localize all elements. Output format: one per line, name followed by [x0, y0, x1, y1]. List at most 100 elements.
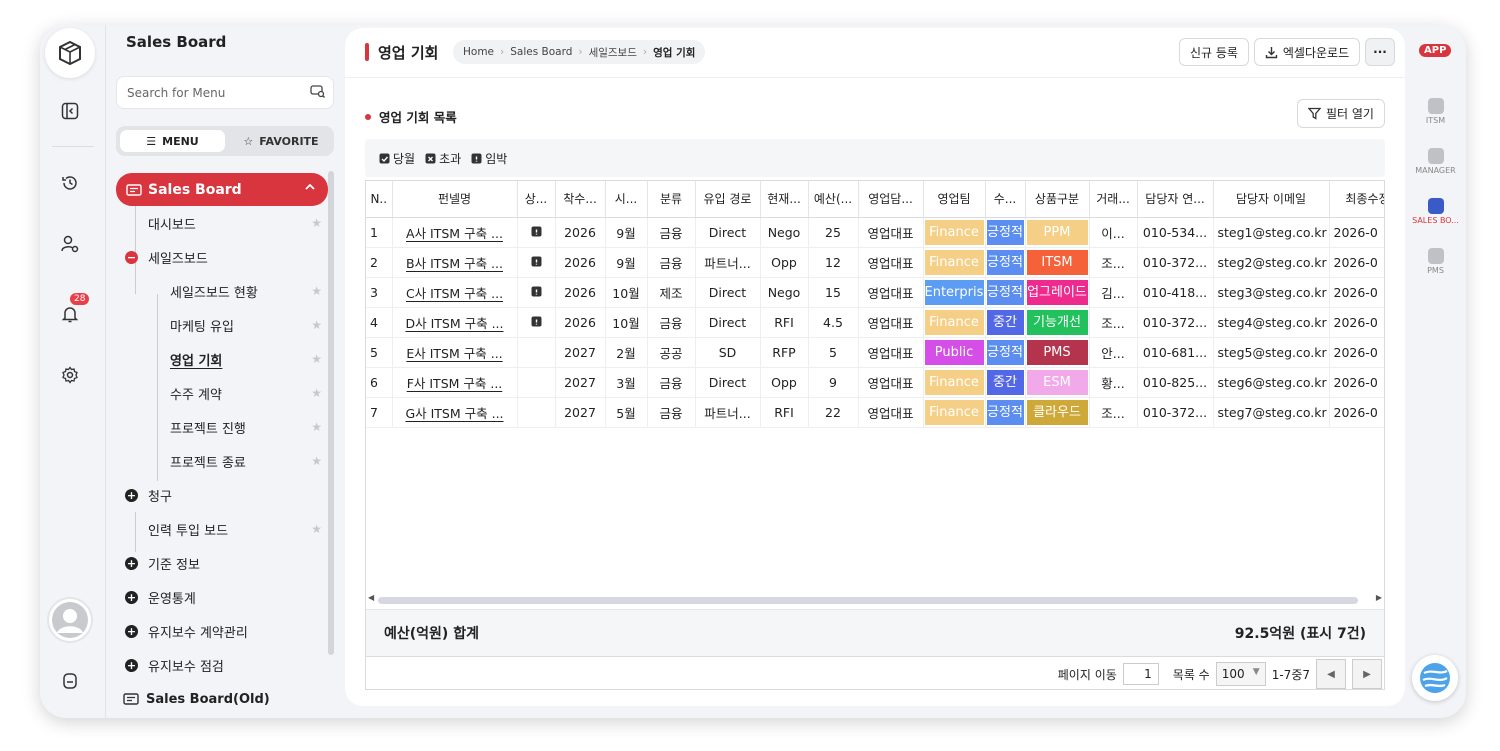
tab-menu[interactable]: ☰ MENU [120, 130, 225, 152]
funnel-name-link[interactable]: B사 ITSM 구축 ... [406, 256, 503, 271]
chevron-up-icon[interactable] [304, 181, 316, 197]
favorite-star-icon[interactable]: ★ [311, 386, 322, 400]
sidebar-item-maint-contract[interactable]: + 유지보수 계약관리 [116, 614, 328, 648]
table-row[interactable]: 7 G사 ITSM 구축 ... 2027 5월 금융 파트너... RFI 22 영업대표 Fi… [366, 397, 1384, 428]
page-header: 영업 기회 Home › Sales Board › 세일즈보드 › 영업 기회 신규… [345, 28, 1405, 78]
favorite-star-icon[interactable]: ★ [311, 420, 322, 434]
sidebar-item-sales-status[interactable]: 세일즈보드 현황 ★ [116, 274, 328, 308]
sidebar-group-old[interactable]: Sales Board(Old) [116, 682, 328, 716]
app-pms[interactable]: PMS [1405, 248, 1466, 275]
table-row[interactable]: 6 F사 ITSM 구축 ... 2027 3월 금융 Direct Opp 9 영업대표 Fin… [366, 367, 1384, 398]
scroll-left-icon[interactable]: ◀ [368, 593, 374, 602]
expand-plus-icon[interactable]: + [125, 590, 138, 604]
tab-favorite[interactable]: ☆ FAVORITE [231, 130, 331, 152]
next-page-button[interactable]: ▶ [1352, 659, 1382, 689]
table-row[interactable]: 3 C사 ITSM 구축 ... 2026 10월 제조 Direct Nego 15 영업대표… [366, 277, 1384, 308]
favorite-star-icon[interactable]: ★ [311, 454, 322, 468]
collapse-sidebar-icon[interactable] [57, 98, 83, 124]
settings-gear-icon[interactable] [57, 362, 83, 388]
column-header[interactable]: 상품구분 [1025, 181, 1090, 218]
expand-plus-icon[interactable]: + [125, 488, 138, 502]
legend-label: 당월 [393, 151, 416, 166]
sidebar-item-marketing[interactable]: 마케팅 유입 ★ [116, 308, 328, 342]
prev-page-button[interactable]: ◀ [1316, 659, 1346, 689]
sidebar-item-manpower[interactable]: 인력 투입 보드 ★ [116, 512, 328, 546]
horizontal-scrollbar[interactable]: ◀ ▶ [368, 593, 1382, 604]
column-header[interactable]: 상... [517, 181, 556, 218]
favorite-star-icon[interactable]: ★ [311, 216, 322, 230]
column-header[interactable]: 수... [985, 181, 1026, 218]
expand-plus-icon[interactable]: + [125, 624, 138, 638]
sidebar-item-maint-check[interactable]: + 유지보수 점검 [116, 648, 328, 682]
app-manager[interactable]: MANAGER [1405, 148, 1466, 175]
expand-plus-icon[interactable]: + [125, 556, 138, 570]
column-header[interactable]: 담당자 이메일 [1213, 181, 1330, 218]
funnel-name-link[interactable]: F사 ITSM 구축 ... [407, 376, 503, 391]
legend-label: 초과 [439, 151, 462, 166]
column-header[interactable]: 영업담... [858, 181, 924, 218]
column-header[interactable]: 유입 경로 [695, 181, 761, 218]
sidebar-item-billing[interactable]: + 청구 [116, 478, 328, 512]
app-logo-icon[interactable] [45, 28, 95, 78]
collapse-minus-icon[interactable]: − [125, 250, 138, 264]
column-header[interactable]: 현재... [760, 181, 809, 218]
more-options-button[interactable]: ··· [1365, 38, 1395, 66]
breadcrumb-item[interactable]: Home [463, 46, 494, 58]
favorite-star-icon[interactable]: ★ [311, 318, 322, 332]
sidebar-item-contract[interactable]: 수주 계약 ★ [116, 376, 328, 410]
breadcrumb-item[interactable]: Sales Board [510, 46, 572, 58]
sidebar-item-project-end[interactable]: 프로젝트 종료 ★ [116, 444, 328, 478]
funnel-name-link[interactable]: E사 ITSM 구축 ... [406, 346, 502, 361]
column-header[interactable]: 최종수정 [1329, 181, 1384, 218]
sidebar-item-sales-board[interactable]: − 세일즈보드 [116, 240, 328, 274]
table-row[interactable]: 1 A사 ITSM 구축 ... 2026 9월 금융 Direct Nego 25 영업대표 F… [366, 217, 1384, 248]
favorite-star-icon[interactable]: ★ [311, 522, 322, 536]
user-settings-icon[interactable] [57, 231, 83, 257]
logout-icon[interactable] [57, 668, 83, 694]
assistant-globe-icon[interactable] [1412, 655, 1458, 701]
rows-per-page-select[interactable]: 100 ▼ [1215, 662, 1266, 686]
search-icon[interactable] [310, 85, 325, 101]
funnel-name-link[interactable]: G사 ITSM 구축 ... [405, 406, 503, 421]
new-register-button[interactable]: 신규 등록 [1179, 38, 1249, 66]
notification-bell-icon[interactable]: 28 [57, 293, 90, 327]
funnel-name-link[interactable]: D사 ITSM 구축 ... [405, 316, 503, 331]
favorite-star-icon[interactable]: ★ [311, 284, 322, 298]
sidebar-item-stats[interactable]: + 운영통계 [116, 580, 328, 614]
column-header[interactable]: 영업팀 [923, 181, 986, 218]
menu-search-input[interactable]: Search for Menu [116, 76, 334, 109]
table-row[interactable]: 5 E사 ITSM 구축 ... 2027 2월 공공 SD RFP 5 영업대표 Public 긍… [366, 337, 1384, 368]
column-header[interactable]: 분류 [647, 181, 696, 218]
table-row[interactable]: 2 B사 ITSM 구축 ... 2026 9월 금융 파트너... Opp 12 영업대표 Fi… [366, 247, 1384, 278]
cell-name: D사 ITSM 구축 ... [392, 307, 518, 338]
column-header[interactable]: N.. [366, 181, 393, 218]
sidebar-item-master[interactable]: + 기준 정보 [116, 546, 328, 580]
column-header[interactable]: 담당자 연... [1137, 181, 1214, 218]
sidebar-scrollbar[interactable] [328, 171, 334, 655]
favorite-star-icon[interactable]: ★ [311, 352, 322, 366]
user-avatar[interactable] [47, 597, 93, 643]
expand-plus-icon[interactable]: + [125, 658, 138, 672]
filter-open-button[interactable]: 필터 열기 [1297, 99, 1385, 128]
column-header[interactable]: 시... [605, 181, 648, 218]
sidebar-item-opportunity[interactable]: 영업 기회 ★ [116, 342, 328, 376]
app-badge[interactable]: APP [1419, 44, 1452, 57]
sidebar-group-sales-board[interactable]: Sales Board [116, 173, 328, 206]
column-header[interactable]: 거래... [1089, 181, 1138, 218]
column-header[interactable]: 펀넬명 [392, 181, 518, 218]
scrollbar-thumb[interactable] [378, 597, 1358, 604]
history-icon[interactable] [57, 170, 83, 196]
excel-download-button[interactable]: 엑셀다운로드 [1254, 38, 1360, 66]
scroll-right-icon[interactable]: ▶ [1376, 593, 1382, 602]
funnel-name-link[interactable]: C사 ITSM 구축 ... [406, 286, 503, 301]
sidebar-item-project-progress[interactable]: 프로젝트 진행 ★ [116, 410, 328, 444]
sidebar-item-dashboard[interactable]: 대시보드 ★ [116, 206, 328, 240]
column-header[interactable]: 착수... [555, 181, 606, 218]
funnel-name-link[interactable]: A사 ITSM 구축 ... [406, 226, 503, 241]
app-itsm[interactable]: ITSM [1405, 98, 1466, 125]
breadcrumb-item[interactable]: 세일즈보드 [589, 45, 637, 60]
table-row[interactable]: 4 D사 ITSM 구축 ... 2026 10월 금융 Direct RFI 4.5 영업대표… [366, 307, 1384, 338]
column-header[interactable]: 예산(... [808, 181, 859, 218]
app-sales-board[interactable]: SALES BO... [1405, 198, 1466, 225]
page-number-input[interactable]: 1 [1122, 663, 1159, 685]
